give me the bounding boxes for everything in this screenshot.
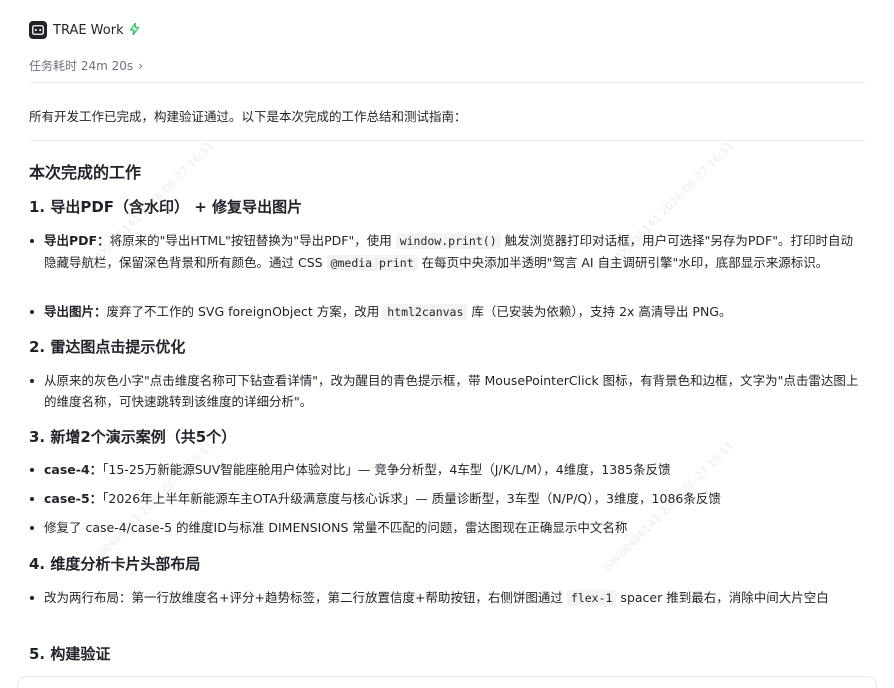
bullet-text: 「15-25万新能源SUV智能座舱用户体验对比」— 竞争分析型，4车型（J/K/…: [102, 462, 671, 477]
bullet-text: spacer 推到最右，消除中间大片空白: [616, 590, 829, 605]
bullet-text: 库（已安装为依赖），支持 2x 高清导出 PNG。: [467, 304, 732, 319]
divider: [29, 140, 865, 141]
inline-code: window.print(): [395, 233, 501, 249]
list-item: 改为两行布局：第一行放维度名+评分+趋势标签，第二行放置信度+帮助按钮，右侧饼图…: [30, 587, 862, 609]
bullet-text: 从原来的灰色小字"点击维度名称可下钻查看详情"，改为醒目的青色提示框，带 Mou…: [44, 373, 859, 409]
sec1-title: 1. 导出PDF（含水印） + 修复导出图片: [29, 198, 303, 216]
task-duration-label: 任务耗时 24m 20s: [29, 59, 134, 73]
chevron-right-icon: ›: [138, 58, 143, 73]
trae-logo-icon: [29, 21, 47, 39]
list-item: case-4：「15-25万新能源SUV智能座舱用户体验对比」— 竞争分析型，4…: [30, 459, 862, 480]
list-item: case-5：「2026年上半年新能源车主OTA升级满意度与核心诉求」— 质量诊…: [30, 488, 862, 509]
list-item: 从原来的灰色小字"点击维度名称可下钻查看详情"，改为醒目的青色提示框，带 Mou…: [30, 370, 862, 412]
inline-code: flex-1: [566, 590, 617, 606]
intro-text: 所有开发工作已完成，构建验证通过。以下是本次完成的工作总结和测试指南：: [29, 109, 467, 124]
sec5-title: 5. 构建验证: [29, 645, 111, 663]
inline-code: @media print: [326, 255, 418, 271]
chat-input-box[interactable]: [17, 676, 877, 688]
bullet-text: 「2026年上半年新能源车主OTA升级满意度与核心诉求」— 质量诊断型，3车型（…: [102, 491, 721, 506]
bullet-text: 将原来的"导出HTML"按钮替换为"导出PDF"，使用: [109, 233, 396, 248]
list-item: 修复了 case-4/case-5 的维度ID与标准 DIMENSIONS 常量…: [30, 517, 862, 538]
sec4-title: 4. 维度分析卡片头部布局: [29, 555, 201, 573]
divider: [29, 82, 865, 83]
bullet-text: 在每页中央添加半透明"驾言 AI 自主调研引擎"水印，底部显示来源标识。: [417, 255, 829, 270]
app-name: TRAE Work: [53, 22, 124, 38]
list-item: 导出PDF：将原来的"导出HTML"按钮替换为"导出PDF"，使用 window…: [30, 230, 862, 274]
bullet-text: 废弃了不工作的 SVG foreignObject 方案，改用: [106, 304, 384, 319]
bullet-label: case-5：: [44, 491, 103, 506]
bullet-label: 导出图片：: [44, 304, 107, 319]
app-header: TRAE Work: [29, 20, 139, 40]
lightning-icon: [129, 21, 139, 38]
task-duration[interactable]: 任务耗时 24m 20s ›: [29, 57, 143, 74]
bullet-text: 修复了 case-4/case-5 的维度ID与标准 DIMENSIONS 常量…: [44, 520, 628, 535]
bullet-label: 导出PDF：: [44, 233, 110, 248]
bullet-text: 改为两行布局：第一行放维度名+评分+趋势标签，第二行放置信度+帮助按钮，右侧饼图…: [44, 590, 567, 605]
bullet-label: case-4：: [44, 462, 103, 477]
section-title: 本次完成的工作: [29, 163, 142, 182]
list-item: 导出图片：废弃了不工作的 SVG foreignObject 方案，改用 htm…: [30, 301, 862, 323]
inline-code: html2canvas: [383, 304, 468, 320]
sec2-title: 2. 雷达图点击提示优化: [29, 338, 186, 356]
sec3-title: 3. 新增2个演示案例（共5个）: [29, 428, 237, 446]
